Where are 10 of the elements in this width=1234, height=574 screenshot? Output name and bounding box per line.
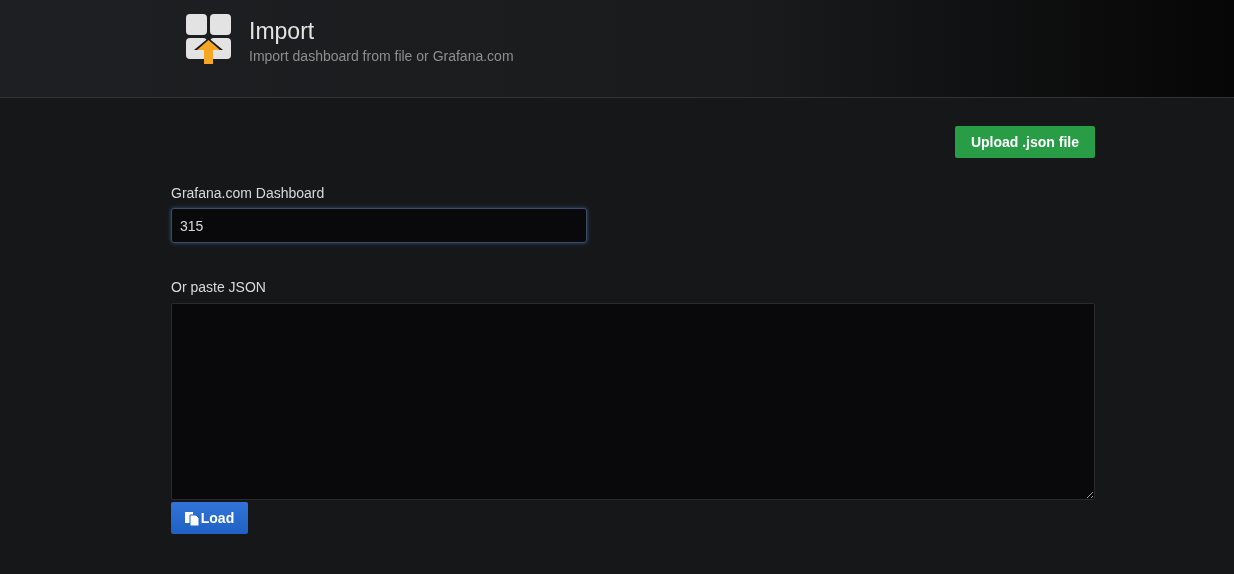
field-label: Or paste JSON — [171, 279, 267, 295]
upload-button[interactable]: Upload .json file — [954, 126, 1095, 158]
page-subtitle: Import dashboard from file or Grafana.com — [249, 48, 514, 64]
load-button[interactable]: Load — [171, 502, 248, 534]
copy-icon — [184, 510, 200, 526]
page-title: Import — [249, 18, 316, 45]
import-icon — [186, 14, 231, 66]
json-text-area[interactable] — [171, 303, 1095, 500]
field-label: Grafana.com Dashboard — [171, 185, 326, 201]
dashboard-input-field[interactable]: 315 — [171, 208, 587, 243]
